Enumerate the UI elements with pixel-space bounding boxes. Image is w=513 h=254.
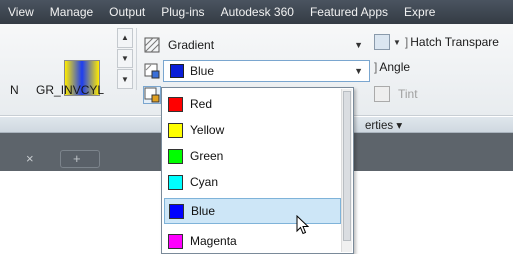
color-dropdown-list: Red Yellow Green Cyan Blue Magenta [161,87,354,254]
scrollbar-thumb[interactable] [343,91,351,241]
transparency-icon [374,34,390,50]
color-option-label: Magenta [190,234,237,248]
color-swatch [168,174,183,190]
mouse-pointer-icon [296,214,310,238]
hatch-type-value: Gradient [168,38,215,52]
ribbon-tab-bar: View Manage Output Plug-ins Autodesk 360… [0,0,513,24]
gradient-color2-row [143,86,161,104]
tint-row: Tint [374,86,418,102]
color-option-blue[interactable]: Blue [164,198,341,224]
plus-icon: + [73,151,81,166]
color-option-magenta[interactable]: Magenta [164,228,341,254]
pattern-name-fragment: N [10,83,19,97]
hatch-type-combo[interactable]: Gradient ▼ [163,34,370,56]
hatch-type-icon [143,36,161,54]
gradient-color1-combo[interactable]: Blue ▼ [163,60,370,82]
gallery-expand-button[interactable]: ▼ [117,69,133,90]
gradient-color2-icon[interactable] [143,86,161,104]
chevron-down-icon: ▼ [354,66,363,76]
color-swatch [168,148,183,164]
hatch-type-row: Gradient ▼ [143,34,370,56]
color-option-label: Green [190,149,224,163]
color-option-label: Cyan [190,175,219,189]
hatch-transparency-label[interactable]: Hatch Transpare [410,35,499,49]
pattern-gallery-scroll: ▲ ▼ ▼ [117,28,133,90]
color-option-label: Blue [191,204,216,218]
tab-express[interactable]: Expre [396,0,443,24]
bracket-icon: ] [404,35,409,49]
transparency-row: ▼ ] Hatch Transpare [374,34,499,50]
gallery-scroll-up-button[interactable]: ▲ [117,28,133,48]
angle-row: ] Angle [374,60,410,74]
panel-divider [136,28,137,90]
angle-label[interactable]: Angle [379,60,410,74]
gradient-color1-row: Blue ▼ [143,60,370,82]
gradient-color1-icon [143,62,161,80]
gallery-scroll-down-button[interactable]: ▼ [117,48,133,69]
pattern-name: GR_INVCYL [36,83,105,97]
tab-output[interactable]: Output [101,0,153,24]
tint-label[interactable]: Tint [398,87,418,101]
tab-plug-ins[interactable]: Plug-ins [153,0,212,24]
pattern-gallery-labels: N GR_INVCYL [10,83,104,97]
chevron-down-icon[interactable]: ▼ [393,38,401,47]
dropdown-scrollbar[interactable] [341,89,352,252]
color-option-green[interactable]: Green [164,143,341,169]
file-tab[interactable]: × + [8,147,128,171]
color-option-label: Red [190,97,213,111]
selected-color-swatch [170,64,184,78]
chevron-down-icon: ▼ [354,40,363,50]
tab-featured-apps[interactable]: Featured Apps [302,0,396,24]
properties-panel-label[interactable]: erties ▾ [365,118,402,132]
color-swatch [168,122,183,138]
tab-autodesk-360[interactable]: Autodesk 360 [213,0,302,24]
color-swatch [168,233,183,249]
tab-manage[interactable]: Manage [42,0,101,24]
bracket-icon: ] [374,60,378,74]
tint-icon [374,86,390,102]
color-swatch [168,96,183,112]
color-option-yellow[interactable]: Yellow [164,117,341,143]
new-tab-button[interactable]: + [60,150,100,168]
gradient-color1-value: Blue [190,64,215,78]
color-swatch [169,203,184,219]
color-option-label: Yellow [190,123,225,137]
close-icon[interactable]: × [26,151,34,166]
tab-view[interactable]: View [0,0,42,24]
color-option-red[interactable]: Red [164,91,341,117]
color-option-cyan[interactable]: Cyan [164,169,341,195]
